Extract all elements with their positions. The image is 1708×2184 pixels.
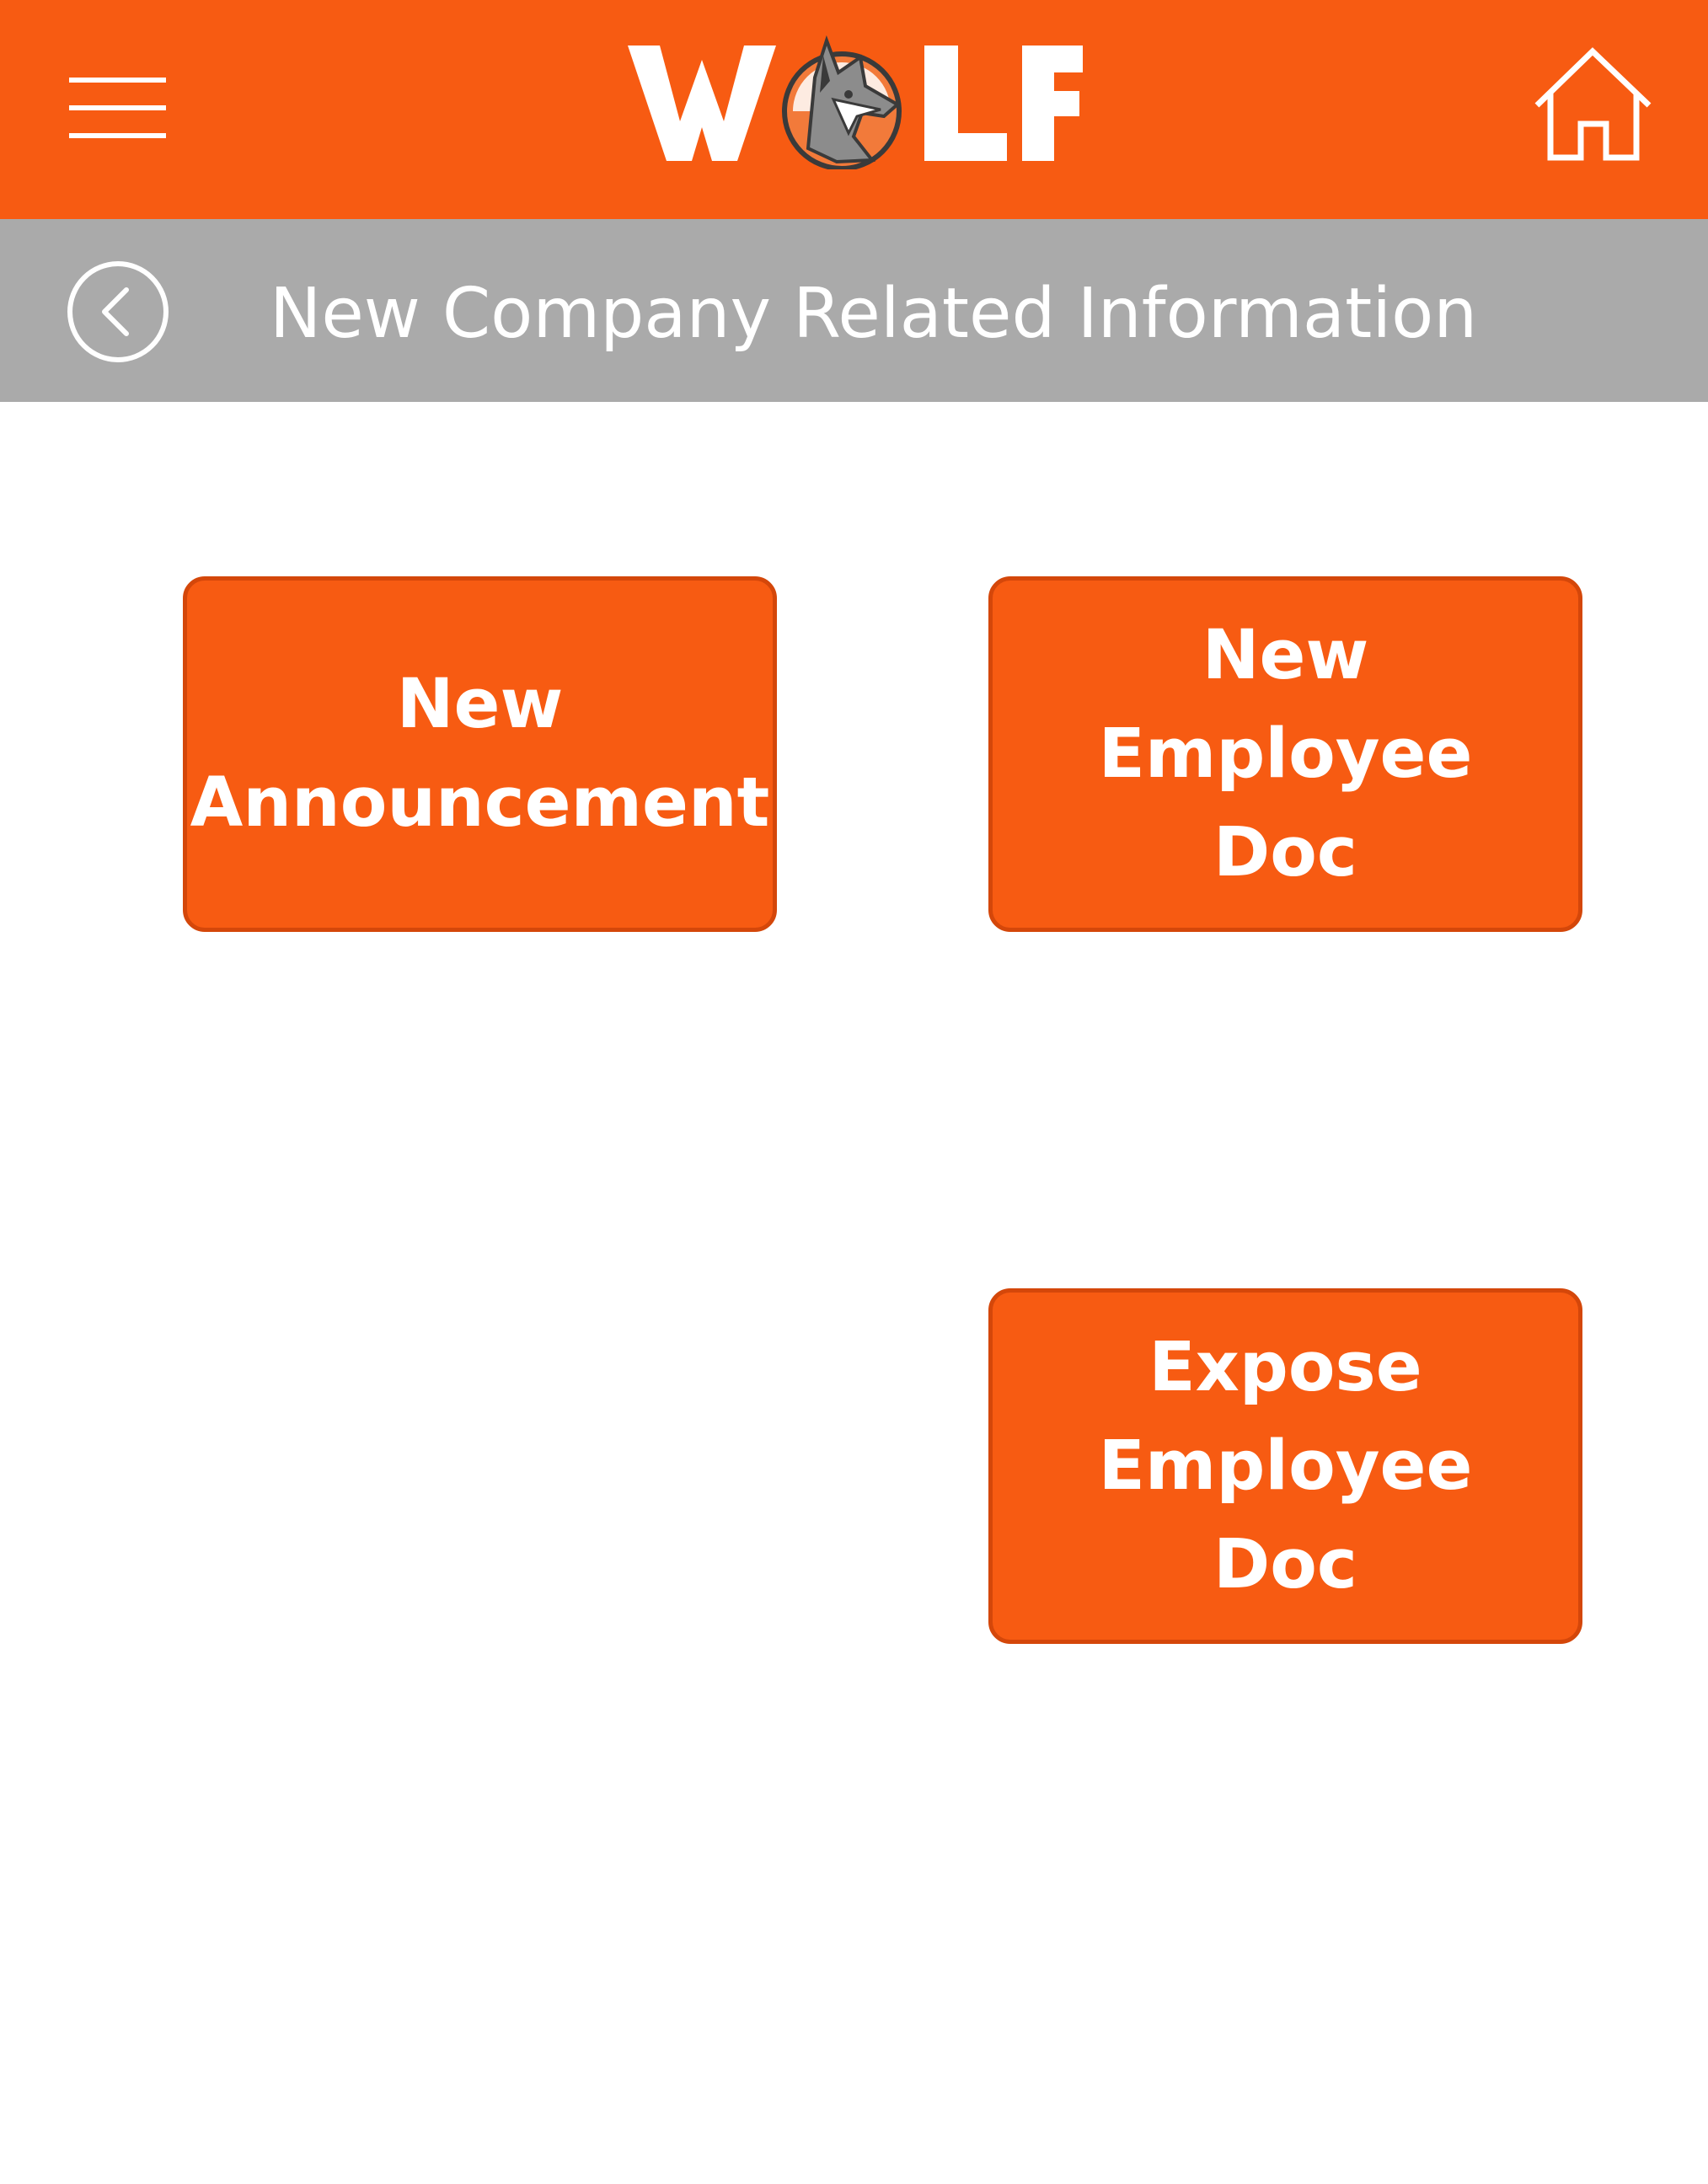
new-employee-doc-button[interactable]: New Employee Doc [988, 576, 1582, 932]
home-icon[interactable] [1532, 46, 1654, 164]
page-title: New Company Related Information [270, 274, 1478, 354]
expose-employee-doc-button[interactable]: Expose Employee Doc [988, 1288, 1582, 1644]
new-employee-doc-label: New Employee Doc [1098, 615, 1473, 892]
app-header [0, 0, 1708, 219]
new-announcement-button[interactable]: New Announcement [183, 576, 777, 932]
hamburger-menu-icon[interactable] [69, 78, 166, 138]
back-icon[interactable] [66, 260, 170, 364]
expose-employee-doc-label: Expose Employee Doc [1098, 1327, 1473, 1604]
new-announcement-label: New Announcement [190, 665, 770, 843]
wolf-logo [628, 22, 1083, 169]
